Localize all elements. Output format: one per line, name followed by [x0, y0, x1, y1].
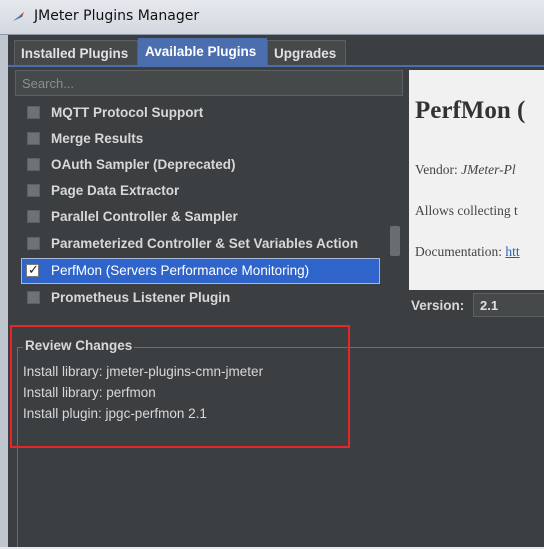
plugin-label: Parameterized Controller & Set Variables…: [51, 236, 359, 251]
version-label: Version:: [411, 298, 465, 313]
plugin-label: OAuth Sampler (Deprecated): [51, 157, 236, 172]
plugin-checkbox[interactable]: [27, 291, 40, 304]
plugin-checkbox[interactable]: [27, 237, 40, 250]
plugin-label: Merge Results: [51, 131, 144, 146]
vendor-value: JMeter-Pl: [461, 162, 516, 177]
documentation-link[interactable]: htt: [505, 244, 519, 259]
version-select[interactable]: 2.1: [473, 293, 544, 317]
tab-upgrades[interactable]: Upgrades: [267, 40, 346, 65]
search-input[interactable]: Search...: [15, 70, 403, 96]
plugin-item[interactable]: MQTT Protocol Support: [15, 100, 387, 126]
documentation-label: Documentation:: [415, 244, 502, 259]
plugin-label: MQTT Protocol Support: [51, 105, 204, 120]
checkmark-icon: ✓: [28, 262, 39, 277]
plugin-item[interactable]: Parameterized Controller & Set Variables…: [15, 231, 387, 257]
scrollbar-thumb[interactable]: [390, 226, 400, 256]
vendor-label: Vendor:: [415, 162, 458, 177]
plugin-item-selected[interactable]: ✓ PerfMon (Servers Performance Monitorin…: [21, 258, 380, 284]
window-frame: [0, 35, 8, 549]
plugin-label: Parallel Controller & Sampler: [51, 209, 238, 224]
plugin-label: Page Data Extractor: [51, 183, 180, 198]
plugin-checkbox[interactable]: [27, 210, 40, 223]
tab-underline: [8, 65, 544, 67]
plugin-item[interactable]: Page Data Extractor: [15, 178, 387, 204]
plugins-manager-window: JMeter Plugins Manager Installed Plugins…: [0, 0, 544, 549]
plugin-label: PerfMon (Servers Performance Monitoring): [51, 263, 310, 278]
version-row: Version: 2.1: [409, 291, 544, 321]
plugin-list: MQTT Protocol Support Merge Results OAut…: [15, 97, 387, 319]
plugin-checkbox[interactable]: [27, 158, 40, 171]
tab-installed-plugins[interactable]: Installed Plugins: [14, 40, 138, 65]
plugin-checkbox[interactable]: [27, 184, 40, 197]
plugin-label: Prometheus Listener Plugin: [51, 290, 231, 305]
list-scrollbar[interactable]: [388, 97, 402, 319]
plugin-details-panel: PerfMon ( Vendor: JMeter-Pl Allows colle…: [409, 70, 544, 290]
jmeter-feather-icon: [11, 12, 24, 23]
vendor-line: Vendor: JMeter-Pl: [415, 162, 516, 178]
title-bar: JMeter Plugins Manager: [0, 0, 544, 35]
plugin-name-heading: PerfMon (: [415, 97, 526, 124]
plugin-checkbox[interactable]: [27, 132, 40, 145]
plugin-checkbox-checked[interactable]: ✓: [26, 262, 39, 277]
tab-available-plugins[interactable]: Available Plugins: [138, 38, 267, 66]
documentation-line: Documentation: htt: [415, 244, 520, 260]
plugin-item[interactable]: Prometheus Listener Plugin: [15, 285, 387, 311]
window-title: JMeter Plugins Manager: [34, 8, 200, 24]
plugin-item[interactable]: Merge Results: [15, 126, 387, 152]
red-highlight-box: [10, 325, 350, 448]
plugin-item[interactable]: OAuth Sampler (Deprecated): [15, 152, 387, 178]
plugin-item[interactable]: Parallel Controller & Sampler: [15, 204, 387, 230]
plugin-checkbox[interactable]: [27, 106, 40, 119]
plugin-description: Allows collecting t: [415, 203, 518, 218]
